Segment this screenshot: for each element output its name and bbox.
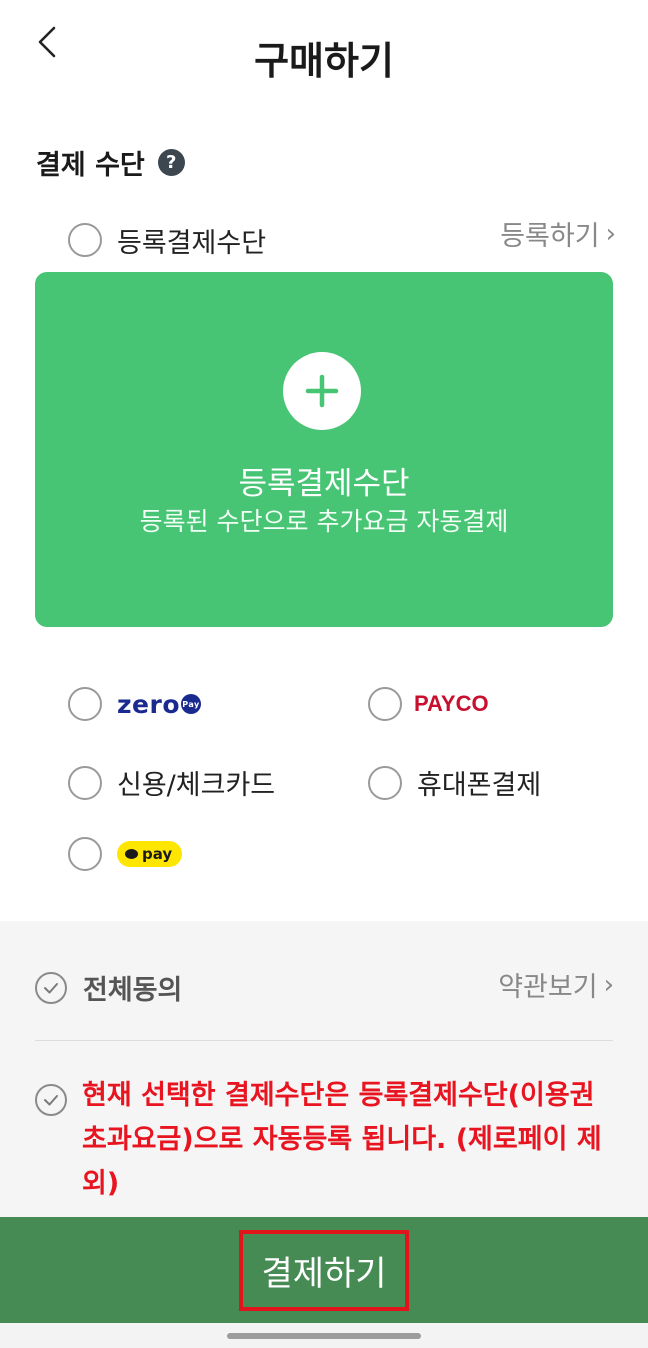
registered-method-label[interactable]: 등록결제수단	[117, 221, 266, 260]
option-payco[interactable]: PAYCO	[368, 687, 489, 721]
notice-check[interactable]	[35, 1084, 67, 1116]
header: 구매하기	[0, 0, 648, 110]
system-navigation-bar	[0, 1323, 648, 1348]
view-terms-label[interactable]: 약관보기	[498, 965, 597, 1004]
payment-method-section-title: 결제 수단 ?	[36, 143, 185, 182]
payco-logo: PAYCO	[414, 691, 489, 716]
zero-pay-badge: Pay	[181, 694, 202, 714]
chevron-right-icon: ›	[605, 218, 616, 249]
option-kakao-pay[interactable]: pay	[68, 837, 183, 871]
agreement-section: 전체동의 약관보기 › 현재 선택한 결제수단은 등록결제수단(이용권 초과요금…	[0, 921, 648, 1217]
option-credit-check-card[interactable]: 신용/체크카드	[68, 763, 275, 802]
page-title: 구매하기	[254, 39, 394, 83]
add-registered-method-card[interactable]: 등록결제수단 등록된 수단으로 추가요금 자동결제	[35, 272, 613, 627]
registered-method-row: 등록결제수단 등록하기 ›	[68, 218, 616, 262]
auto-register-notice-text: 현재 선택한 결제수단은 등록결제수단(이용권 초과요금)으로 자동등록 됩니다…	[82, 1080, 602, 1199]
agree-all-label[interactable]: 전체동의	[83, 968, 182, 1007]
checkmark-icon	[44, 982, 58, 993]
option-zero-pay[interactable]: zero Pay	[68, 687, 202, 721]
home-indicator[interactable]	[227, 1333, 421, 1339]
payment-method-title: 결제 수단	[36, 150, 145, 181]
card-subtitle: 등록된 수단으로 추가요금 자동결제	[139, 507, 509, 536]
chevron-right-icon: ›	[603, 969, 614, 1000]
kakao-pay-logo: pay	[117, 841, 183, 867]
agree-all-checkbox[interactable]: 전체동의	[35, 968, 182, 1007]
kakao-pay-radio[interactable]	[68, 837, 102, 871]
checkmark-icon	[44, 1095, 58, 1106]
auto-register-notice: 현재 선택한 결제수단은 등록결제수단(이용권 초과요금)으로 자동등록 됩니다…	[35, 1080, 605, 1206]
pay-button-label[interactable]: 결제하기	[239, 1229, 409, 1311]
mobile-payment-radio[interactable]	[368, 765, 402, 800]
add-icon[interactable]	[283, 352, 361, 430]
help-icon[interactable]: ?	[157, 149, 185, 176]
register-link-label[interactable]: 등록하기	[500, 214, 599, 253]
agree-all-check[interactable]	[35, 971, 67, 1004]
payco-radio[interactable]	[368, 687, 402, 721]
option-mobile-payment[interactable]: 휴대폰결제	[368, 763, 541, 802]
view-terms-link[interactable]: 약관보기 ›	[498, 965, 614, 1004]
divider	[35, 1040, 613, 1041]
credit-check-card-radio[interactable]	[68, 765, 102, 800]
pay-button[interactable]: 결제하기	[0, 1217, 648, 1323]
zero-pay-radio[interactable]	[68, 687, 102, 721]
speech-bubble-icon	[125, 849, 138, 859]
register-link[interactable]: 등록하기 ›	[500, 214, 616, 253]
credit-check-card-label[interactable]: 신용/체크카드	[117, 763, 275, 802]
registered-method-radio[interactable]	[68, 223, 102, 257]
mobile-payment-label[interactable]: 휴대폰결제	[417, 763, 541, 802]
plus-icon	[305, 374, 339, 408]
card-title: 등록결제수단	[238, 466, 410, 502]
zero-pay-logo: zero Pay	[117, 689, 202, 719]
